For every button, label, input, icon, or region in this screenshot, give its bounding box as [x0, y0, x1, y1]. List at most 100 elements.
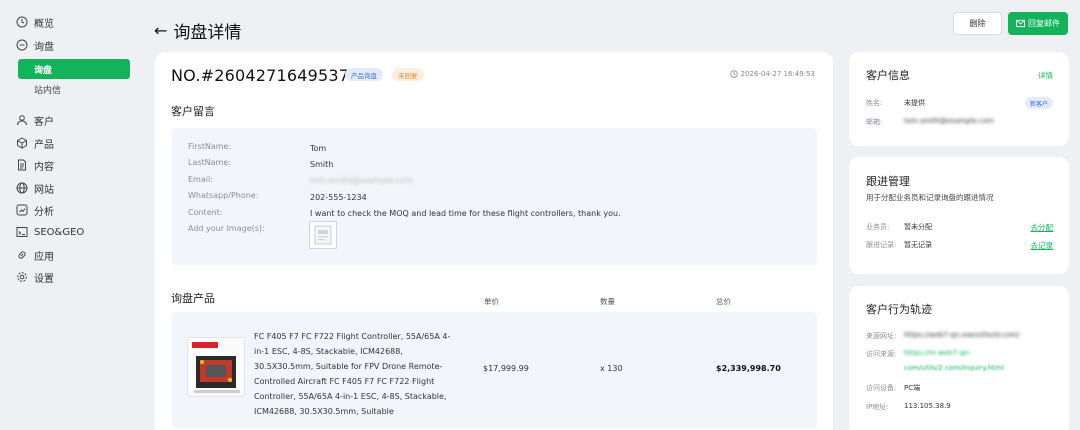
- field-value: Tom: [310, 144, 327, 153]
- customer-info-card: 客户信息 详情 姓名: 未提供 新客户 邮箱: tom.smith@exampl…: [849, 52, 1069, 146]
- followup-card: 跟进管理 用于分配业务员和记录询盘的跟进情况 业务员: 暂未分配 去分配 跟进记…: [849, 157, 1069, 274]
- inquiry-number: NO.#26042716495377: [171, 66, 360, 85]
- gear-icon: [16, 271, 28, 283]
- inquiry-type-badge: 产品询盘: [345, 68, 383, 81]
- field-label: Email:: [188, 175, 213, 184]
- rep-label: 业务员:: [866, 223, 890, 231]
- nav-label: 概览: [34, 18, 54, 30]
- nav-label: 客户: [34, 116, 54, 128]
- customer-detail-link[interactable]: 详情: [1038, 70, 1053, 81]
- back-arrow-icon[interactable]: ←: [154, 21, 167, 40]
- product-price: $17,999.99: [483, 364, 529, 373]
- field-label: Content:: [188, 208, 223, 217]
- clock-icon: [16, 16, 28, 28]
- source-value[interactable]: https://web7-qn.exe/utils/id.com/: [904, 331, 1019, 339]
- ip-value: 113.105.38.9: [904, 402, 951, 410]
- nav-item-content[interactable]: 内容: [16, 155, 54, 175]
- nav-item-website[interactable]: 网站: [16, 178, 54, 198]
- nav-label: 设置: [34, 273, 54, 285]
- globe-icon: [16, 182, 28, 194]
- reply-label: 回复邮件: [1028, 19, 1060, 28]
- nav-label: 应用: [34, 251, 54, 263]
- product-photo-icon: [188, 338, 244, 396]
- record-value: 暂无记录: [904, 241, 932, 249]
- email-value: tom.smith@example.com: [904, 117, 994, 125]
- field-label: FirstName:: [188, 142, 232, 151]
- nav-item-products[interactable]: 产品: [16, 133, 54, 153]
- image-thumbnail-icon: [314, 225, 332, 245]
- col-header-total: 总价: [716, 297, 731, 306]
- col-header-price: 单价: [484, 297, 499, 306]
- ip-label: IP地址:: [866, 403, 889, 411]
- nav-item-overview[interactable]: 概览: [16, 12, 54, 32]
- seo-icon: [16, 226, 28, 238]
- page-header: ← 询盘详情: [154, 16, 241, 44]
- field-value: Smith: [310, 160, 334, 169]
- customer-tag-badge: 新客户: [1024, 97, 1053, 109]
- content-value: I want to check the MOQ and lead time fo…: [310, 209, 621, 218]
- visit-value-cont[interactable]: com/utils/2.com/inquiry.html: [904, 364, 1004, 372]
- behavior-card: 客户行为轨迹 来源网址: https://web7-qn.exe/utils/i…: [849, 286, 1069, 430]
- sidebar: 概览 询盘 询盘 站内信 客户 产品 内容 网站 分析 SEO&GEO 应用 设…: [0, 0, 140, 430]
- nav-item-seo[interactable]: SEO&GEO: [16, 222, 84, 242]
- assign-link[interactable]: 去分配: [1031, 222, 1054, 233]
- product-qty: x 130: [600, 364, 623, 373]
- email-label: 邮箱:: [866, 118, 883, 126]
- inquiry-time: 2026-04-27 16:49:53: [729, 70, 815, 78]
- nav-label: 内容: [34, 161, 54, 173]
- table-row: FC F405 F7 FC F722 Flight Controller, 55…: [172, 312, 817, 428]
- sub-item-label: 询盘: [34, 65, 53, 76]
- reply-email-button[interactable]: 回复邮件: [1008, 12, 1068, 35]
- delete-button[interactable]: 删除: [953, 12, 1002, 35]
- inquiry-icon: [16, 39, 28, 51]
- col-header-qty: 数量: [600, 297, 615, 306]
- message-section-title: 客户留言: [171, 105, 215, 118]
- nav-label: SEO&GEO: [34, 226, 85, 238]
- nav-item-inquiry[interactable]: 询盘: [16, 35, 54, 55]
- page-title: 询盘详情: [173, 22, 242, 43]
- field-label: Add your Image(s):: [188, 224, 265, 233]
- nav-label: 询盘: [34, 41, 54, 53]
- sub-item-messages[interactable]: 站内信: [18, 79, 130, 99]
- name-value: 未提供: [904, 99, 925, 107]
- source-label: 来源网址:: [866, 332, 897, 340]
- visit-label: 访问来源:: [866, 350, 897, 358]
- phone-value: 202-555-1234: [310, 193, 367, 202]
- message-box: FirstName: Tom LastName: Smith Email: to…: [172, 128, 817, 265]
- nav-label: 分析: [34, 206, 54, 218]
- nav-item-apps[interactable]: 应用: [16, 245, 54, 265]
- product-total: $2,339,998.70: [716, 364, 781, 373]
- sub-item-inquiry[interactable]: 询盘: [18, 59, 130, 79]
- rep-value: 暂未分配: [904, 223, 932, 231]
- field-label: LastName:: [188, 158, 231, 167]
- product-name[interactable]: FC F405 F7 FC F722 Flight Controller, 55…: [254, 329, 456, 419]
- email-value: tom.smith@example.com: [310, 176, 413, 185]
- record-label: 跟进记录:: [866, 241, 897, 249]
- analytics-icon: [16, 204, 28, 216]
- record-link[interactable]: 去记录: [1031, 240, 1054, 251]
- inquiry-detail-card: NO.#26042716495377 产品询盘 未回复 2026-04-27 1…: [155, 52, 833, 430]
- document-icon: [16, 159, 28, 171]
- status-badge: 未回复: [392, 68, 424, 81]
- product-image[interactable]: [187, 337, 245, 397]
- nav-item-settings[interactable]: 设置: [16, 267, 54, 287]
- time-text: 2026-04-27 16:49:53: [740, 70, 815, 78]
- sub-item-label: 站内信: [34, 85, 62, 96]
- behavior-title: 客户行为轨迹: [866, 303, 932, 316]
- attached-image[interactable]: [309, 221, 337, 249]
- nav-label: 网站: [34, 184, 54, 196]
- nav-label: 产品: [34, 139, 54, 151]
- clock-icon: [729, 70, 738, 78]
- visit-value[interactable]: https://m.web7-qn-: [904, 349, 971, 357]
- field-label: Whatsapp/Phone:: [188, 191, 259, 200]
- link-icon: [16, 249, 28, 261]
- followup-title: 跟进管理: [866, 175, 910, 188]
- customer-info-title: 客户信息: [866, 69, 910, 82]
- user-icon: [16, 114, 28, 126]
- products-section-title: 询盘产品: [171, 292, 215, 305]
- box-icon: [16, 137, 28, 149]
- mail-icon: [1016, 19, 1025, 28]
- nav-item-customers[interactable]: 客户: [16, 110, 54, 130]
- nav-item-analytics[interactable]: 分析: [16, 200, 54, 220]
- followup-subtitle: 用于分配业务员和记录询盘的跟进情况: [866, 193, 994, 202]
